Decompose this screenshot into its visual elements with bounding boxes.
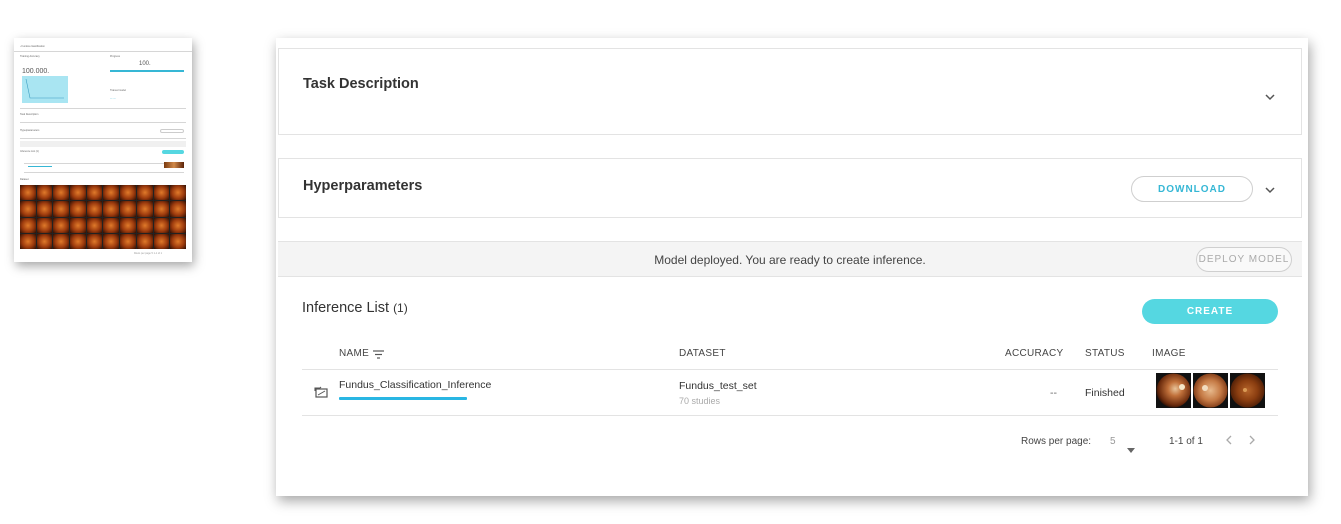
- thumb-fundus-tile: [170, 217, 186, 233]
- column-header-status: STATUS: [1085, 348, 1125, 359]
- thumb-fundus-tile: [170, 185, 186, 201]
- thumb-fundus-tile: [103, 233, 120, 249]
- thumb-fundus-tile: [86, 217, 103, 233]
- thumb-fundus-tile: [20, 233, 36, 249]
- thumb-fundus-tile: [36, 217, 53, 233]
- thumb-fundus-tile: [120, 201, 136, 217]
- thumb-fundus-tile: [103, 217, 120, 233]
- thumb-fundus-tile: [20, 185, 36, 201]
- chevron-right-icon[interactable]: [1248, 434, 1256, 449]
- dataset-name: Fundus_test_set: [679, 380, 757, 392]
- deploy-message: Model deployed. You are ready to create …: [654, 253, 926, 267]
- inference-name[interactable]: Fundus_Classification_Inference: [339, 379, 491, 391]
- dataset-studies: 70 studies: [679, 396, 721, 406]
- deploy-status-bar: Model deployed. You are ready to create …: [278, 241, 1302, 277]
- thumb-fundus-tile: [20, 217, 36, 233]
- pagination-range: 1-1 of 1: [1169, 436, 1203, 447]
- thumb-fundus-tile: [120, 217, 136, 233]
- rows-per-page-label: Rows per page:: [1021, 436, 1092, 447]
- thumb-fundus-grid: [20, 185, 186, 249]
- thumb-fundus-tile: [86, 233, 103, 249]
- hyperparameters-title: Hyperparameters: [303, 178, 423, 194]
- deploy-model-button[interactable]: DEPLOY MODEL: [1196, 247, 1292, 272]
- thumb-fundus-tile: [86, 185, 103, 201]
- fundus-image-3[interactable]: [1230, 373, 1265, 408]
- header-divider: [302, 369, 1278, 370]
- filter-sort-icon[interactable]: [372, 347, 385, 359]
- create-button[interactable]: CREATE: [1142, 299, 1278, 324]
- page-thumbnail: ‹ Fundus classification Training Accurac…: [14, 38, 192, 262]
- hyperparameters-card[interactable]: Hyperparameters DOWNLOAD: [278, 158, 1302, 218]
- thumb-fundus-tile: [136, 185, 153, 201]
- inference-progress-bar: [339, 397, 467, 400]
- thumb-fundus-tile: [103, 185, 120, 201]
- thumb-fundus-tile: [86, 201, 103, 217]
- rows-per-page-select[interactable]: 5: [1110, 436, 1116, 447]
- status-value: Finished: [1085, 387, 1125, 399]
- thumb-fundus-tile: [53, 217, 70, 233]
- thumb-fundus-tile: [53, 185, 70, 201]
- caret-down-icon[interactable]: [1127, 440, 1135, 458]
- model-detail-panel: Task Description Hyperparameters DOWNLOA…: [276, 38, 1308, 496]
- fundus-image-1[interactable]: [1156, 373, 1191, 408]
- thumb-fundus-tile: [136, 233, 153, 249]
- column-header-name[interactable]: NAME: [339, 348, 369, 359]
- thumb-fundus-tile: [70, 201, 86, 217]
- thumb-big-value: 100.000.: [22, 68, 50, 75]
- download-button[interactable]: DOWNLOAD: [1131, 176, 1253, 202]
- thumb-fundus-tile: [70, 185, 86, 201]
- fundus-image-strip[interactable]: [1156, 373, 1265, 408]
- thumb-fundus-tile: [120, 185, 136, 201]
- thumb-title: ‹ Fundus classification: [20, 45, 45, 48]
- row-divider: [302, 415, 1278, 416]
- thumb-right-value: 100.: [139, 61, 151, 67]
- task-description-card[interactable]: Task Description: [278, 48, 1302, 135]
- chevron-down-icon[interactable]: [1263, 90, 1277, 104]
- thumb-fundus-tile: [170, 233, 186, 249]
- thumb-fundus-tile: [36, 185, 53, 201]
- chevron-down-icon[interactable]: [1263, 183, 1277, 197]
- thumb-fundus-tile: [136, 201, 153, 217]
- inference-list-title: Inference List (1): [302, 300, 408, 316]
- thumb-fundus-tile: [153, 217, 170, 233]
- thumb-fundus-tile: [153, 233, 170, 249]
- inference-list-label: Inference List: [302, 300, 390, 316]
- thumb-fundus-tile: [170, 201, 186, 217]
- thumb-fundus-tile: [136, 217, 153, 233]
- thumb-fundus-tile: [53, 201, 70, 217]
- thumb-accuracy-chart: [22, 76, 68, 103]
- fundus-image-2[interactable]: [1193, 373, 1228, 408]
- accuracy-value: --: [1050, 387, 1057, 399]
- chevron-left-icon[interactable]: [1225, 434, 1233, 449]
- thumb-fundus-tile: [153, 201, 170, 217]
- inference-folder-icon: [314, 385, 329, 399]
- thumb-fundus-tile: [153, 185, 170, 201]
- inference-count: (1): [393, 301, 408, 315]
- thumb-fundus-tile: [20, 201, 36, 217]
- thumb-fundus-tile: [53, 233, 70, 249]
- thumb-fundus-tile: [120, 233, 136, 249]
- thumb-fundus-tile: [70, 233, 86, 249]
- column-header-image: IMAGE: [1152, 348, 1186, 359]
- column-header-dataset: DATASET: [679, 348, 726, 359]
- thumb-fundus-tile: [70, 217, 86, 233]
- task-description-title: Task Description: [303, 76, 419, 92]
- thumb-fundus-tile: [36, 201, 53, 217]
- thumb-fundus-tile: [103, 201, 120, 217]
- thumb-fundus-tile: [36, 233, 53, 249]
- column-header-accuracy: ACCURACY: [1005, 348, 1064, 359]
